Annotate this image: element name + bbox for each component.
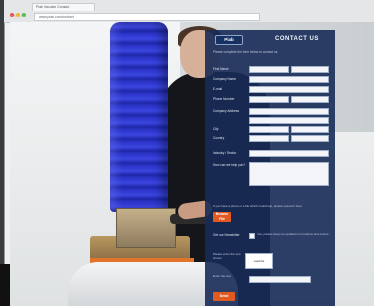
message-textarea[interactable] (249, 162, 329, 186)
address-bar[interactable]: www.piab.com/contact (34, 13, 260, 21)
field-label: First Name (213, 67, 229, 71)
form-intro: Please complete the form below to contac… (213, 50, 279, 54)
lift-gripper (116, 208, 176, 248)
captcha-input[interactable] (249, 276, 311, 283)
contact-form-panel: Piab CONTACT US Please complete the form… (205, 30, 335, 306)
field-label: E-mail (213, 87, 223, 91)
window-controls (10, 4, 28, 22)
foreground-object (0, 264, 10, 306)
industry-select[interactable] (249, 150, 329, 157)
message-label: How can we help you? (213, 163, 246, 167)
city-input[interactable] (249, 126, 289, 133)
newsletter-label: Get our Newsletter (213, 233, 240, 237)
phone-ext-input[interactable] (291, 96, 329, 103)
field-label: Company Address (213, 109, 240, 113)
captcha-field-label: Enter the text (213, 274, 231, 278)
newsletter-checkbox[interactable] (249, 233, 255, 239)
city-label: City (213, 127, 219, 131)
company-input[interactable] (249, 76, 329, 83)
phone-input[interactable] (249, 96, 289, 103)
browser-tab[interactable]: Piab Vaculex Contact (32, 3, 95, 11)
email-input[interactable] (249, 86, 329, 93)
forward-icon[interactable]: › (21, 13, 23, 19)
minimize-icon[interactable] (16, 13, 20, 17)
submit-button[interactable]: Send (213, 292, 235, 301)
last-name-input[interactable] (291, 66, 329, 73)
captcha-label: Please enter the text shown (213, 252, 241, 260)
back-icon[interactable]: ‹ (14, 13, 16, 19)
zip-input[interactable] (291, 126, 329, 133)
form-title: CONTACT US (275, 36, 319, 42)
field-label: Phone Number (213, 97, 235, 101)
address-input-1[interactable] (249, 108, 329, 115)
first-name-input[interactable] (249, 66, 289, 73)
field-label: Company Name (213, 77, 237, 81)
region-select[interactable] (291, 135, 329, 142)
country-select[interactable] (249, 135, 289, 142)
industry-label: Industry / Sector (213, 151, 237, 155)
upload-hint: If you have a photo or a file which coul… (213, 204, 303, 208)
address-input-2[interactable] (249, 117, 329, 124)
browse-file-button[interactable]: Browse File (213, 212, 231, 222)
brand-logo[interactable]: Piab (215, 35, 243, 45)
country-label: Country (213, 136, 225, 140)
browser-chrome: Piab Vaculex Contact ‹ › www.piab.com/co… (4, 0, 374, 23)
vacuum-lift-tube (110, 22, 168, 212)
captcha-image: captcha (245, 253, 273, 269)
newsletter-text: Yes, please keep me updated on products … (257, 232, 329, 236)
